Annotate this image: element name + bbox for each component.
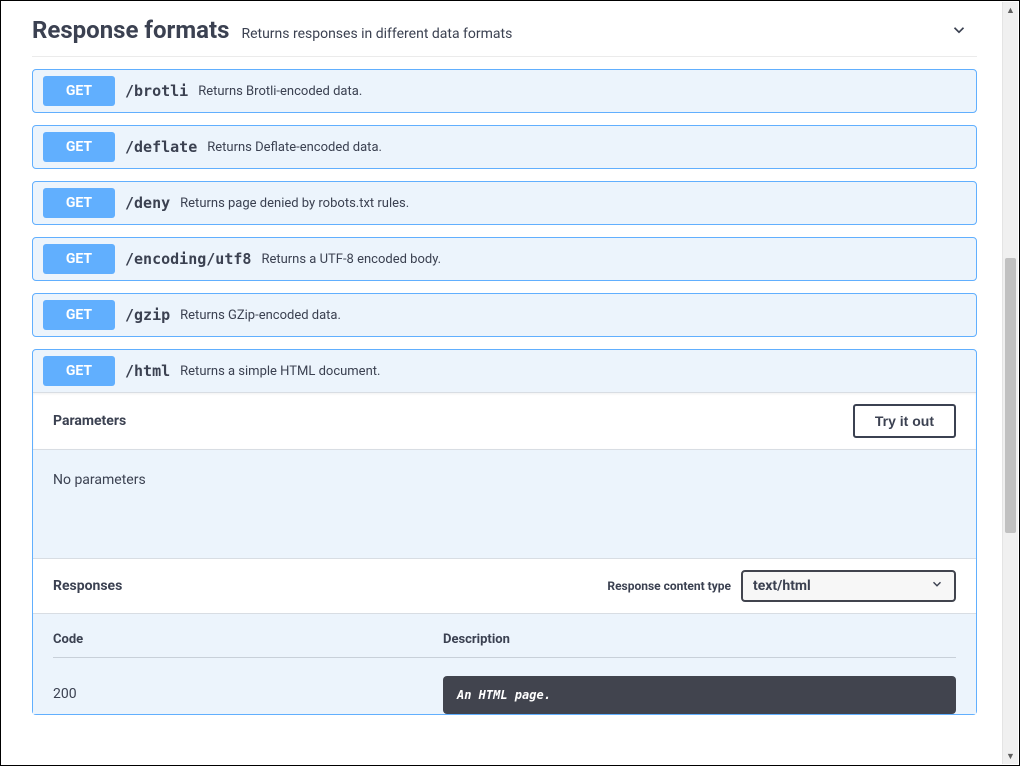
operation-summary[interactable]: GET /encoding/utf8 Returns a UTF-8 encod…	[33, 238, 976, 280]
responses-table: Code Description 200 An HTML page.	[33, 614, 976, 714]
operation-row: GET /deflate Returns Deflate-encoded dat…	[32, 125, 977, 169]
response-row: 200 An HTML page.	[53, 658, 956, 714]
operation-path: /deny	[125, 194, 170, 212]
operation-row: GET /deny Returns page denied by robots.…	[32, 181, 977, 225]
operation-body: Parameters Try it out No parameters Resp…	[33, 392, 976, 714]
operation-row: GET /gzip Returns GZip-encoded data.	[32, 293, 977, 337]
app-window: Response formats Returns responses in di…	[0, 0, 1020, 766]
operation-path: /brotli	[125, 82, 188, 100]
section-description: Returns responses in different data form…	[241, 26, 512, 42]
parameters-label: Parameters	[53, 413, 126, 429]
operation-row: GET /html Returns a simple HTML document…	[32, 349, 977, 715]
operation-description: Returns a simple HTML document.	[180, 364, 380, 379]
chevron-down-icon	[930, 577, 944, 595]
operation-summary[interactable]: GET /html Returns a simple HTML document…	[33, 350, 976, 392]
section-header[interactable]: Response formats Returns responses in di…	[32, 2, 977, 57]
operation-path: /deflate	[125, 138, 197, 156]
section-title: Response formats	[32, 16, 229, 44]
scroll-up-arrow-icon[interactable]: ▲	[1003, 2, 1018, 18]
operation-description: Returns GZip-encoded data.	[180, 308, 341, 323]
method-badge: GET	[43, 132, 115, 162]
parameters-bar: Parameters Try it out	[33, 392, 976, 449]
operation-summary[interactable]: GET /deny Returns page denied by robots.…	[33, 182, 976, 224]
operation-description: Returns a UTF-8 encoded body.	[261, 252, 441, 267]
responses-bar: Responses Response content type text/htm…	[33, 558, 976, 614]
responses-label: Responses	[53, 578, 122, 594]
operation-description: Returns page denied by robots.txt rules.	[180, 196, 409, 211]
response-description: An HTML page.	[443, 676, 956, 714]
no-parameters-text: No parameters	[33, 449, 976, 558]
operation-summary[interactable]: GET /deflate Returns Deflate-encoded dat…	[33, 126, 976, 168]
description-column-header: Description	[443, 632, 956, 647]
operation-row: GET /encoding/utf8 Returns a UTF-8 encod…	[32, 237, 977, 281]
method-badge: GET	[43, 356, 115, 386]
scrollbar-track[interactable]	[1003, 18, 1018, 748]
operation-description: Returns Deflate-encoded data.	[207, 140, 382, 155]
operation-summary[interactable]: GET /brotli Returns Brotli-encoded data.	[33, 70, 976, 112]
scroll-area[interactable]: Response formats Returns responses in di…	[2, 2, 1001, 764]
scrollbar-thumb[interactable]	[1005, 258, 1016, 533]
operation-description: Returns Brotli-encoded data.	[198, 84, 362, 99]
operation-summary[interactable]: GET /gzip Returns GZip-encoded data.	[33, 294, 976, 336]
content-type-select[interactable]: text/html	[741, 570, 956, 602]
method-badge: GET	[43, 76, 115, 106]
chevron-down-icon[interactable]	[949, 20, 969, 40]
content-type-label: Response content type	[607, 579, 731, 593]
vertical-scrollbar[interactable]: ▲ ▼	[1002, 2, 1018, 764]
response-code: 200	[53, 676, 443, 714]
code-column-header: Code	[53, 632, 443, 647]
method-badge: GET	[43, 188, 115, 218]
method-badge: GET	[43, 300, 115, 330]
content-type-value: text/html	[753, 578, 811, 594]
operation-path: /html	[125, 362, 170, 380]
scroll-down-arrow-icon[interactable]: ▼	[1003, 748, 1018, 764]
operation-path: /encoding/utf8	[125, 250, 251, 268]
try-it-out-button[interactable]: Try it out	[853, 404, 956, 438]
operation-row: GET /brotli Returns Brotli-encoded data.	[32, 69, 977, 113]
operation-path: /gzip	[125, 306, 170, 324]
method-badge: GET	[43, 244, 115, 274]
